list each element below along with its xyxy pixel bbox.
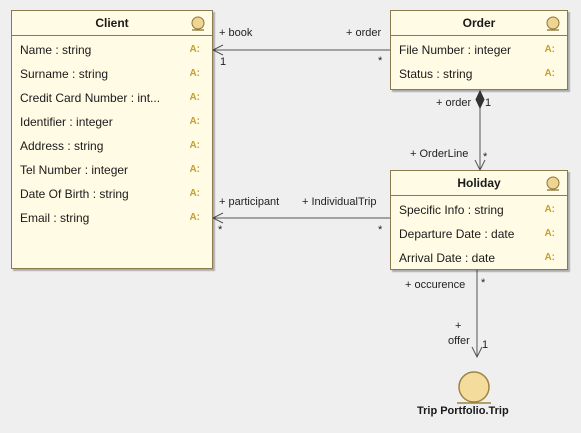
attribute-row[interactable]: Email : string A:: [12, 206, 212, 230]
role-participant: + participant: [219, 196, 280, 208]
role-occurence: + occurence: [405, 279, 466, 291]
attribute-row[interactable]: Tel Number : integer A:: [12, 158, 212, 182]
attribute-icon: A:: [189, 92, 200, 103]
attribute-icon: A:: [189, 188, 200, 199]
attribute-row[interactable]: Name : string A:: [12, 38, 212, 62]
class-holiday[interactable]: Holiday Specific Info : string A: Departu…: [390, 170, 568, 270]
role-order-from-holiday: + order: [436, 97, 472, 109]
trip-entity-shape: [458, 371, 490, 403]
mult-holiday-trip-trip: 1: [482, 339, 489, 351]
attribute-row[interactable]: Status : string A:: [391, 62, 567, 86]
attribute-row[interactable]: Date Of Birth : string A:: [12, 182, 212, 206]
role-offer: offer: [448, 335, 470, 347]
class-client-header: Client: [12, 11, 212, 36]
class-order-title: Order: [462, 16, 496, 30]
mult-order-holiday-holiday: *: [483, 151, 488, 163]
mult-holiday-trip-holiday: *: [481, 277, 486, 289]
attribute-row[interactable]: Surname : string A:: [12, 62, 212, 86]
attribute-icon: A:: [544, 252, 555, 263]
attribute-icon: A:: [189, 44, 200, 55]
attribute-row[interactable]: Arrival Date : date A:: [391, 246, 567, 270]
role-orderline: + OrderLine: [410, 148, 469, 160]
class-holiday-title: Holiday: [457, 176, 501, 190]
mult-order-holiday-order: 1: [485, 97, 492, 109]
composition-diamond: [475, 89, 485, 110]
entity-icon: [191, 16, 205, 31]
mult-client-holiday-client: *: [218, 224, 223, 236]
entity-icon: [546, 176, 560, 191]
attribute-icon: A:: [544, 204, 555, 215]
mult-client-order-order: *: [378, 55, 383, 67]
attribute-row[interactable]: Identifier : integer A:: [12, 110, 212, 134]
attribute-icon: A:: [544, 68, 555, 79]
class-order-header: Order: [391, 11, 567, 36]
attribute-row[interactable]: File Number : integer A:: [391, 38, 567, 62]
class-client[interactable]: Client Name : string A: Surname : string A…: [11, 10, 213, 269]
mult-client-holiday-holiday: *: [378, 224, 383, 236]
attribute-row[interactable]: Credit Card Number : int... A:: [12, 86, 212, 110]
attribute-icon: A:: [189, 68, 200, 79]
role-book: + book: [219, 27, 253, 39]
attribute-icon: A:: [189, 116, 200, 127]
attribute-icon: A:: [544, 44, 555, 55]
class-holiday-header: Holiday: [391, 171, 567, 196]
entity-icon: [546, 16, 560, 31]
mult-client-order-client: 1: [220, 56, 227, 68]
attribute-row[interactable]: Specific Info : string A:: [391, 198, 567, 222]
trip-portfolio-label: Trip Portfolio.Trip: [417, 405, 509, 417]
attribute-icon: A:: [189, 212, 200, 223]
class-client-title: Client: [95, 16, 129, 30]
attribute-icon: A:: [544, 228, 555, 239]
attribute-row[interactable]: Address : string A:: [12, 134, 212, 158]
role-order-from-client: + order: [346, 27, 382, 39]
role-offer-plus: +: [455, 320, 462, 332]
attribute-icon: A:: [189, 140, 200, 151]
attribute-icon: A:: [189, 164, 200, 175]
role-individualtrip: + IndividualTrip: [302, 196, 377, 208]
class-order[interactable]: Order File Number : integer A: Status : s…: [390, 10, 568, 90]
attribute-row[interactable]: Departure Date : date A:: [391, 222, 567, 246]
